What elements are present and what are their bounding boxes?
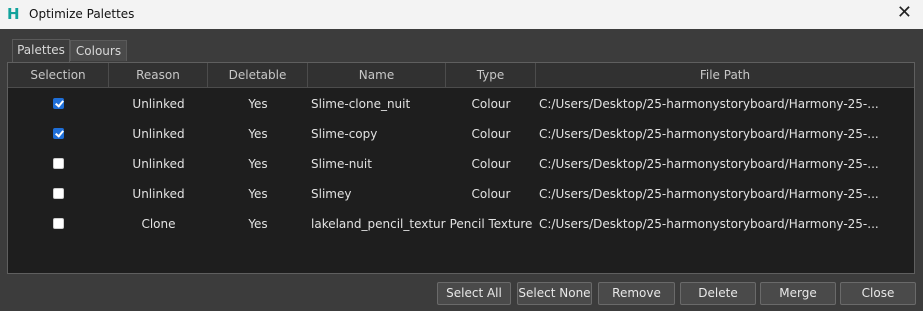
reason-cell: Unlinked: [132, 187, 185, 201]
name-cell: Slimey: [311, 187, 352, 201]
harmony-app-icon: H: [7, 5, 20, 23]
table-row[interactable]: Unlinked Yes Slime-clone_nuit Colour C:/…: [8, 89, 914, 119]
name-cell: Slime-copy: [311, 127, 378, 141]
path-cell: C:/Users/Desktop/25-harmonystoryboard/Ha…: [539, 127, 879, 141]
type-cell: Colour: [471, 157, 511, 171]
reason-cell: Clone: [141, 217, 176, 231]
path-cell: C:/Users/Desktop/25-harmonystoryboard/Ha…: [539, 97, 879, 111]
table-row[interactable]: Unlinked Yes Slime-nuit Colour C:/Users/…: [8, 149, 914, 179]
type-cell: Colour: [471, 127, 511, 141]
merge-button[interactable]: Merge: [760, 282, 836, 305]
header-selection[interactable]: Selection: [8, 63, 109, 87]
header-type[interactable]: Type: [446, 63, 536, 87]
selection-checkbox[interactable]: [53, 188, 64, 199]
header-deletable[interactable]: Deletable: [208, 63, 308, 87]
path-cell: C:/Users/Desktop/25-harmonystoryboard/Ha…: [539, 187, 879, 201]
delete-button[interactable]: Delete: [680, 282, 756, 305]
path-cell: C:/Users/Desktop/25-harmonystoryboard/Ha…: [539, 217, 879, 231]
deletable-cell: Yes: [248, 187, 268, 201]
selection-checkbox[interactable]: [53, 218, 64, 229]
reason-cell: Unlinked: [132, 127, 185, 141]
select-all-button[interactable]: Select All: [437, 282, 511, 305]
deletable-cell: Yes: [248, 157, 268, 171]
close-button[interactable]: Close: [840, 282, 916, 305]
close-icon[interactable]: ✕: [897, 3, 912, 23]
header-reason[interactable]: Reason: [109, 63, 208, 87]
selection-checkbox[interactable]: [53, 98, 64, 109]
header-name[interactable]: Name: [308, 63, 446, 87]
selection-checkbox[interactable]: [53, 128, 64, 139]
table-header: Selection Reason Deletable Name Type Fil…: [8, 63, 914, 88]
palettes-table: Selection Reason Deletable Name Type Fil…: [7, 62, 915, 274]
header-file-path[interactable]: File Path: [536, 63, 914, 87]
table-row[interactable]: Unlinked Yes Slimey Colour C:/Users/Desk…: [8, 179, 914, 209]
table-row[interactable]: Clone Yes lakeland_pencil_texture Pencil…: [8, 209, 914, 239]
tab-colours[interactable]: Colours: [70, 40, 127, 61]
name-cell: Slime-nuit: [311, 157, 372, 171]
reason-cell: Unlinked: [132, 97, 185, 111]
tab-palettes[interactable]: Palettes: [12, 39, 70, 62]
selection-checkbox[interactable]: [53, 158, 64, 169]
name-cell: lakeland_pencil_texture: [311, 217, 446, 231]
remove-button[interactable]: Remove: [598, 282, 675, 305]
table-row[interactable]: Unlinked Yes Slime-copy Colour C:/Users/…: [8, 119, 914, 149]
deletable-cell: Yes: [248, 127, 268, 141]
window-title: Optimize Palettes: [29, 7, 135, 21]
type-cell: Colour: [471, 97, 511, 111]
path-cell: C:/Users/Desktop/25-harmonystoryboard/Ha…: [539, 157, 879, 171]
type-cell: Pencil Texture: [449, 217, 533, 231]
title-bar: H Optimize Palettes ✕: [0, 0, 923, 29]
name-cell: Slime-clone_nuit: [311, 97, 411, 111]
type-cell: Colour: [471, 187, 511, 201]
deletable-cell: Yes: [248, 97, 268, 111]
select-none-button[interactable]: Select None: [517, 282, 592, 305]
reason-cell: Unlinked: [132, 157, 185, 171]
deletable-cell: Yes: [248, 217, 268, 231]
